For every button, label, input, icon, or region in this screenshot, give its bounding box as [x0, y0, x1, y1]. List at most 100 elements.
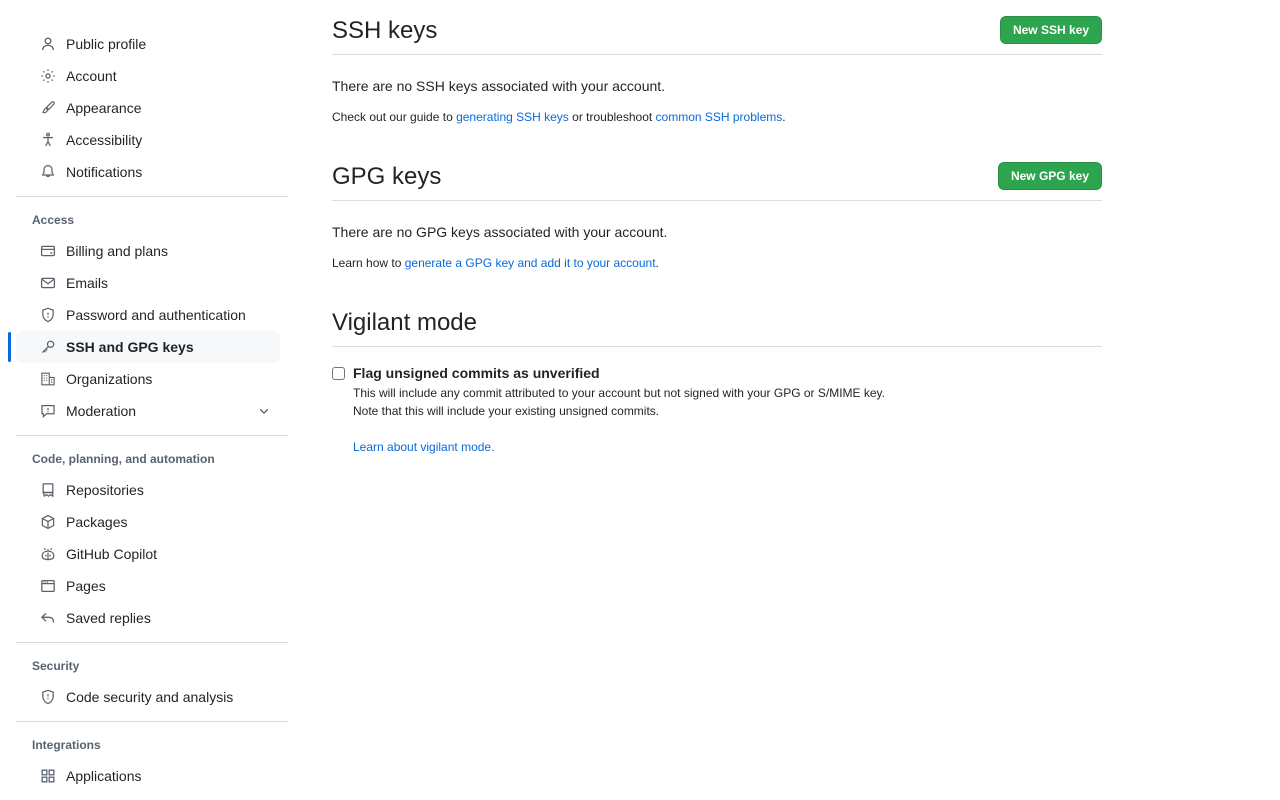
sidebar-item-code-security-and-analysis[interactable]: Code security and analysis: [16, 681, 280, 713]
sidebar-item-label: SSH and GPG keys: [66, 337, 272, 357]
sidebar-item-account[interactable]: Account: [16, 60, 280, 92]
vigilant-mode-header: Vigilant mode: [332, 308, 1102, 347]
sidebar-group: Security Code security and analysis: [0, 651, 296, 713]
gpg-keys-help-text: Learn how to generate a GPG key and add …: [332, 254, 1102, 272]
sidebar-item-accessibility[interactable]: Accessibility: [16, 124, 280, 156]
package-icon: [40, 514, 56, 530]
sidebar-item-organizations[interactable]: Organizations: [16, 363, 280, 395]
paintbrush-icon: [40, 100, 56, 116]
ssh-keys-header: SSH keys New SSH key: [332, 16, 1102, 55]
sidebar-divider: [16, 721, 288, 722]
sidebar-item-applications[interactable]: Applications: [16, 760, 280, 792]
sidebar-item-public-profile[interactable]: Public profile: [16, 28, 280, 60]
sidebar-group: Access Billing and plans Emails Password an…: [0, 205, 296, 427]
ssh-keys-help-text: Check out our guide to generating SSH ke…: [332, 108, 1102, 126]
gpg-keys-section: GPG keys New GPG key There are no GPG ke…: [332, 162, 1102, 272]
report-icon: [40, 403, 56, 419]
sidebar-group-title: Access: [8, 205, 288, 235]
generate-gpg-key-link[interactable]: generate a GPG key and add it to your ac…: [405, 256, 656, 270]
new-gpg-key-button[interactable]: New GPG key: [998, 162, 1102, 190]
sidebar-item-label: Notifications: [66, 162, 272, 182]
ssh-help-suffix: .: [782, 110, 785, 124]
vigilant-mode-title: Vigilant mode: [332, 308, 477, 338]
vigilant-mode-row: Flag unsigned commits as unverified This…: [332, 363, 1102, 456]
sidebar-item-label: Account: [66, 66, 272, 86]
sidebar-item-ssh-and-gpg-keys[interactable]: SSH and GPG keys: [16, 331, 280, 363]
flag-unsigned-commits-checkbox[interactable]: [332, 367, 345, 380]
sidebar-divider: [16, 642, 288, 643]
ssh-keys-empty-text: There are no SSH keys associated with yo…: [332, 76, 1102, 97]
gear-icon: [40, 68, 56, 84]
sidebar-item-label: Organizations: [66, 369, 272, 389]
sidebar-item-github-copilot[interactable]: GitHub Copilot: [16, 538, 280, 570]
ssh-keys-section: SSH keys New SSH key There are no SSH ke…: [332, 16, 1102, 126]
sidebar-item-label: Accessibility: [66, 130, 272, 150]
sidebar-item-label: Public profile: [66, 34, 272, 54]
organization-icon: [40, 371, 56, 387]
sidebar-group: Code, planning, and automationRepositori…: [0, 444, 296, 634]
settings-sidebar: Public profile Account Appearance Accessibi…: [0, 0, 296, 800]
bell-icon: [40, 164, 56, 180]
apps-icon: [40, 768, 56, 784]
chevron-down-icon[interactable]: [256, 403, 272, 419]
common-ssh-problems-link[interactable]: common SSH problems: [656, 110, 783, 124]
gpg-keys-empty-text: There are no GPG keys associated with yo…: [332, 222, 1102, 243]
sidebar-item-label: Applications: [66, 766, 272, 786]
repo-icon: [40, 482, 56, 498]
learn-about-vigilant-mode-link[interactable]: Learn about vigilant mode.: [353, 440, 494, 454]
sidebar-item-label: Billing and plans: [66, 241, 272, 261]
reply-icon: [40, 610, 56, 626]
sidebar-item-notifications[interactable]: Notifications: [16, 156, 280, 188]
gpg-keys-title: GPG keys: [332, 162, 441, 192]
sidebar-item-label: Appearance: [66, 98, 272, 118]
key-icon: [40, 339, 56, 355]
flag-unsigned-commits-label[interactable]: Flag unsigned commits as unverified: [353, 363, 1102, 384]
sidebar-item-label: Pages: [66, 576, 272, 596]
sidebar-item-appearance[interactable]: Appearance: [16, 92, 280, 124]
ssh-keys-title: SSH keys: [332, 16, 437, 46]
sidebar-group: Integrations Applications: [0, 730, 296, 792]
copilot-icon: [40, 546, 56, 562]
sidebar-item-moderation[interactable]: Moderation: [16, 395, 280, 427]
credit-card-icon: [40, 243, 56, 259]
sidebar-divider: [16, 196, 288, 197]
sidebar-item-packages[interactable]: Packages: [16, 506, 280, 538]
shield-lock-icon: [40, 307, 56, 323]
generating-ssh-keys-link[interactable]: generating SSH keys: [456, 110, 569, 124]
sidebar-group: Public profile Account Appearance Accessibi…: [0, 28, 296, 188]
sidebar-divider: [16, 435, 288, 436]
sidebar-item-label: Emails: [66, 273, 272, 293]
main-content: SSH keys New SSH key There are no SSH ke…: [296, 0, 1280, 800]
gpg-keys-header: GPG keys New GPG key: [332, 162, 1102, 201]
sidebar-item-password-and-authentication[interactable]: Password and authentication: [16, 299, 280, 331]
sidebar-item-label: Moderation: [66, 401, 246, 421]
vigilant-mode-text: Flag unsigned commits as unverified This…: [353, 363, 1102, 456]
ssh-help-prefix: Check out our guide to: [332, 110, 456, 124]
vigilant-desc-line-1: This will include any commit attributed …: [353, 384, 1102, 402]
gpg-help-prefix: Learn how to: [332, 256, 405, 270]
vigilant-desc-line-2: Note that this will include your existin…: [353, 402, 1102, 420]
sidebar-item-billing-and-plans[interactable]: Billing and plans: [16, 235, 280, 267]
sidebar-item-label: Password and authentication: [66, 305, 272, 325]
settings-page: Public profile Account Appearance Accessibi…: [0, 0, 1280, 800]
sidebar-group-title: Integrations: [8, 730, 288, 760]
vigilant-mode-section: Vigilant mode Flag unsigned commits as u…: [332, 308, 1102, 456]
gpg-help-suffix: .: [656, 256, 659, 270]
sidebar-item-label: GitHub Copilot: [66, 544, 272, 564]
sidebar-item-pages[interactable]: Pages: [16, 570, 280, 602]
shield-check-icon: [40, 689, 56, 705]
sidebar-item-repositories[interactable]: Repositories: [16, 474, 280, 506]
sidebar-item-label: Code security and analysis: [66, 687, 272, 707]
sidebar-item-label: Repositories: [66, 480, 272, 500]
vigilant-learn-wrap: Learn about vigilant mode.: [353, 438, 1102, 456]
sidebar-item-saved-replies[interactable]: Saved replies: [16, 602, 280, 634]
vigilant-mode-body: Flag unsigned commits as unverified This…: [332, 347, 1102, 456]
sidebar-group-title: Security: [8, 651, 288, 681]
person-icon: [40, 36, 56, 52]
spacer-gpg-vigilant: [332, 272, 1280, 308]
sidebar-item-emails[interactable]: Emails: [16, 267, 280, 299]
ssh-help-middle: or troubleshoot: [569, 110, 656, 124]
new-ssh-key-button[interactable]: New SSH key: [1000, 16, 1102, 44]
accessibility-icon: [40, 132, 56, 148]
sidebar-item-label: Packages: [66, 512, 272, 532]
